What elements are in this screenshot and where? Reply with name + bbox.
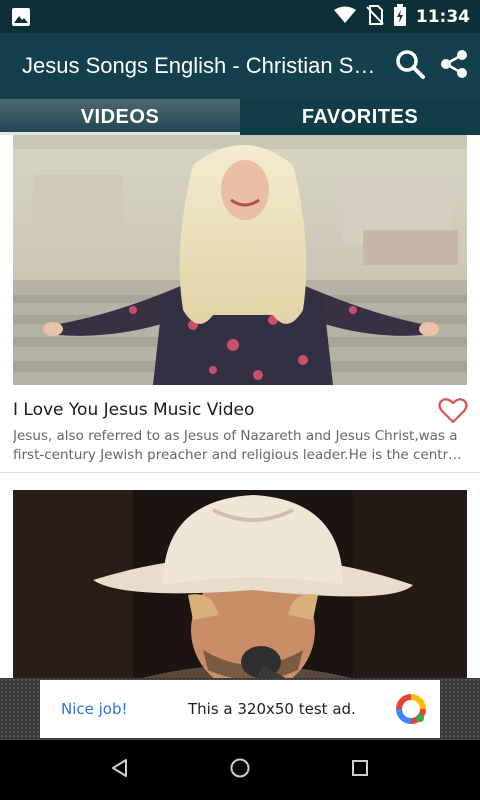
ad-banner[interactable]: Nice job! This a 320x50 test ad.: [40, 680, 440, 738]
system-nav-bar: [0, 740, 480, 800]
home-circle-icon: [229, 757, 251, 783]
favorite-button[interactable]: [438, 397, 468, 425]
search-button[interactable]: [392, 48, 428, 84]
share-icon: [439, 49, 469, 83]
home-button[interactable]: [220, 750, 260, 790]
ad-area: Nice job! This a 320x50 test ad.: [0, 678, 480, 740]
video-card[interactable]: [0, 490, 480, 678]
tab-bar: VIDEOS FAVORITES: [0, 99, 480, 135]
image-icon: [10, 6, 34, 28]
video-card[interactable]: I Love You Jesus Music Video Jesus, also…: [0, 135, 480, 473]
video-thumbnail[interactable]: [13, 135, 467, 385]
back-triangle-icon: [109, 757, 131, 783]
recents-button[interactable]: [340, 750, 380, 790]
ad-text[interactable]: This a 320x50 test ad.: [188, 700, 356, 718]
tab-favorites[interactable]: FAVORITES: [240, 99, 480, 135]
battery-charging-icon: [393, 3, 406, 30]
share-button[interactable]: [436, 48, 472, 84]
divider: [0, 472, 480, 473]
search-icon: [395, 49, 425, 83]
video-list: I Love You Jesus Music Video Jesus, also…: [0, 135, 480, 678]
video-description-line: Jesus, also referred to as Jesus of Naza…: [13, 428, 458, 444]
status-time: 11:34: [415, 6, 470, 27]
video-description-line: first-century Jewish preacher and religi…: [13, 447, 467, 463]
ad-logo-icon: [396, 694, 426, 724]
wifi-icon: [333, 6, 356, 28]
app-title: Jesus Songs English - Christian Songs: [22, 53, 382, 78]
recents-square-icon: [349, 757, 371, 783]
no-sim-icon: [366, 4, 384, 29]
ad-headline[interactable]: Nice job!: [61, 700, 128, 718]
video-thumbnail[interactable]: [13, 490, 467, 678]
status-bar: 11:34: [0, 0, 480, 33]
video-description: Jesus, also referred to as Jesus of Naza…: [13, 427, 467, 465]
back-button[interactable]: [100, 750, 140, 790]
app-bar: Jesus Songs English - Christian Songs: [0, 33, 480, 99]
video-title[interactable]: I Love You Jesus Music Video: [13, 400, 254, 420]
tab-videos[interactable]: VIDEOS: [0, 99, 240, 135]
